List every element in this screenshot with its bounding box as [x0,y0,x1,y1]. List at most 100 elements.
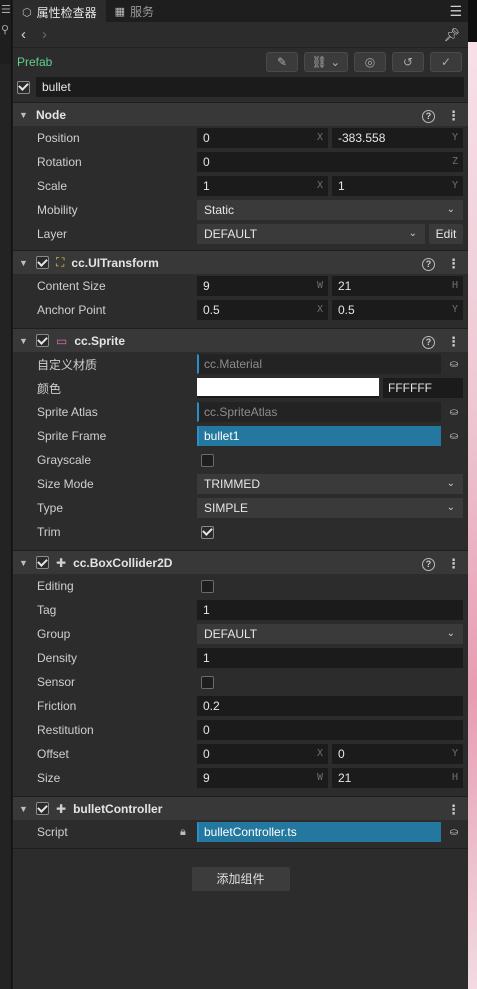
tab-inspector[interactable]: ⬡ 属性检查器 [13,0,106,22]
section-node[interactable]: ▼ Node ? ⋮ [13,102,468,126]
prop-editing: Editing [13,574,468,598]
panel-menu-icon[interactable]: ☰ [449,3,462,20]
prop-offset: Offset 0X 0Y [13,742,468,766]
tab-bar: ⬡ 属性检查器 ▦ 服务 ☰ [13,0,468,22]
asset-picker-icon[interactable]: ⛀ [445,354,463,374]
color-swatch[interactable] [197,378,379,398]
scale-y-input[interactable]: 1Y [332,176,463,196]
position-y-input[interactable]: -383.558 Y [332,128,463,148]
size-height-input[interactable]: 21 H [332,768,463,788]
position-x-input[interactable]: 0X [197,128,328,148]
search-icon[interactable]: ⚲ [0,20,11,40]
edit-layer-button[interactable]: Edit [429,224,463,244]
prop-group: Group DEFAULT ⌄ [13,622,468,646]
component-enabled-checkbox[interactable] [36,556,49,569]
prop-size: Size 9W 21 H [13,766,468,790]
more-icon[interactable]: ⋮ [447,256,460,272]
size-width-input[interactable]: 9W [197,768,328,788]
more-icon[interactable]: ⋮ [447,334,460,350]
tag-input[interactable]: 1 [197,600,463,620]
sensor-checkbox[interactable] [201,675,214,689]
target-icon: ◎ [364,55,376,69]
more-icon[interactable]: ⋮ [447,556,460,572]
node-name-input[interactable]: bullet [36,77,464,97]
collapse-arrow-icon[interactable]: ▼ [19,804,29,814]
edit-prefab-button[interactable]: ✎ [266,52,298,72]
rotation-z-input[interactable]: 0Z [197,152,463,172]
collapse-arrow-icon[interactable]: ▼ [19,558,29,568]
prop-friction: Friction 0.2 [13,694,468,718]
offset-x-input[interactable]: 0X [197,744,328,764]
sprite-frame-field[interactable]: bullet1 [197,426,441,446]
component-enabled-checkbox[interactable] [36,334,49,347]
prop-content-size: Content Size 9W 21 H [13,274,468,298]
section-boxcollider2d[interactable]: ▼ ✚ cc.BoxCollider2D ? ⋮ [13,550,468,574]
scale-x-input[interactable]: 1X [197,176,328,196]
chevron-down-icon: ⌄ [446,478,455,489]
section-uitransform[interactable]: ▼ ⛶ cc.UITransform ? ⋮ [13,250,468,274]
asset-picker-icon[interactable]: ⛀ [445,426,463,446]
section-sprite[interactable]: ▼ ▭ cc.Sprite ? ⋮ [13,328,468,352]
layer-select[interactable]: DEFAULT ⌄ [197,224,425,244]
group-select[interactable]: DEFAULT ⌄ [197,624,463,644]
back-arrow-icon[interactable]: ‹ [21,27,26,42]
offset-y-input[interactable]: 0Y [332,744,463,764]
content-height-input[interactable]: 21 H [332,276,463,296]
help-icon[interactable]: ? [422,335,435,349]
revert-prefab-button[interactable]: ↺ [392,52,424,72]
editing-checkbox[interactable] [201,579,214,593]
material-asset-field[interactable]: cc.Material [197,354,441,374]
unlink-prefab-button[interactable]: ⛓ ⌄ [304,52,348,72]
help-icon[interactable]: ? [422,109,435,123]
script-asset-field[interactable]: bulletController.ts [197,822,441,842]
add-component-row: 添加组件 [13,848,468,908]
friction-input[interactable]: 0.2 [197,696,463,716]
component-enabled-checkbox[interactable] [36,256,49,269]
color-hex-input[interactable]: FFFFFF [383,378,463,398]
prop-color: 颜色 FFFFFF [13,376,468,400]
prop-custom-material: 自定义材质 cc.Material ⛀ [13,352,468,376]
help-icon[interactable]: ? [422,557,435,571]
section-title: cc.UITransform [71,255,159,270]
component-enabled-checkbox[interactable] [36,802,49,815]
menu-icon[interactable]: ☰ [0,0,11,20]
pin-icon[interactable]: 📌︎ [443,27,460,43]
asset-picker-icon[interactable]: ⛀ [445,822,463,842]
node-active-checkbox[interactable] [17,80,30,94]
section-title: bulletController [73,801,163,816]
uitransform-icon: ⛶ [56,255,65,269]
prop-scale: Scale 1X 1Y [13,174,468,198]
prop-sensor: Sensor [13,670,468,694]
locate-prefab-button[interactable]: ◎ [354,52,386,72]
sprite-atlas-field[interactable]: cc.SpriteAtlas [197,402,441,422]
prop-sprite-atlas: Sprite Atlas cc.SpriteAtlas ⛀ [13,400,468,424]
chevron-down-icon: ⌄ [408,228,417,239]
restitution-input[interactable]: 0 [197,720,463,740]
anchor-x-input[interactable]: 0.5 X [197,300,328,320]
mobility-select[interactable]: Static ⌄ [197,200,463,220]
section-bullet-controller[interactable]: ▼ ✚ bulletController ⋮ [13,796,468,820]
help-icon[interactable]: ? [422,257,435,271]
apply-prefab-button[interactable]: ✓ [430,52,462,72]
content-width-input[interactable]: 9W [197,276,328,296]
collapse-arrow-icon[interactable]: ▼ [19,110,29,120]
prop-layer: Layer DEFAULT ⌄ Edit [13,222,468,246]
more-icon[interactable]: ⋮ [447,108,460,124]
density-input[interactable]: 1 [197,648,463,668]
check-circle-icon: ✓ [440,55,452,69]
collapse-arrow-icon[interactable]: ▼ [19,336,29,346]
section-title: cc.Sprite [74,333,126,348]
chevron-down-icon: ⌄ [446,502,455,513]
size-mode-select[interactable]: TRIMMED ⌄ [197,474,463,494]
forward-arrow-icon[interactable]: › [42,27,47,42]
anchor-y-input[interactable]: 0.5 Y [332,300,463,320]
more-icon[interactable]: ⋮ [447,802,460,818]
tab-services[interactable]: ▦ 服务 [106,0,163,22]
prefab-bar: Prefab ✎ ⛓ ⌄ ◎ ↺ ✓ [13,48,468,76]
add-component-button[interactable]: 添加组件 [191,866,290,891]
collapse-arrow-icon[interactable]: ▼ [19,258,29,268]
trim-checkbox[interactable] [201,525,214,539]
type-select[interactable]: SIMPLE ⌄ [197,498,463,518]
asset-picker-icon[interactable]: ⛀ [445,402,463,422]
grayscale-checkbox[interactable] [201,453,214,467]
